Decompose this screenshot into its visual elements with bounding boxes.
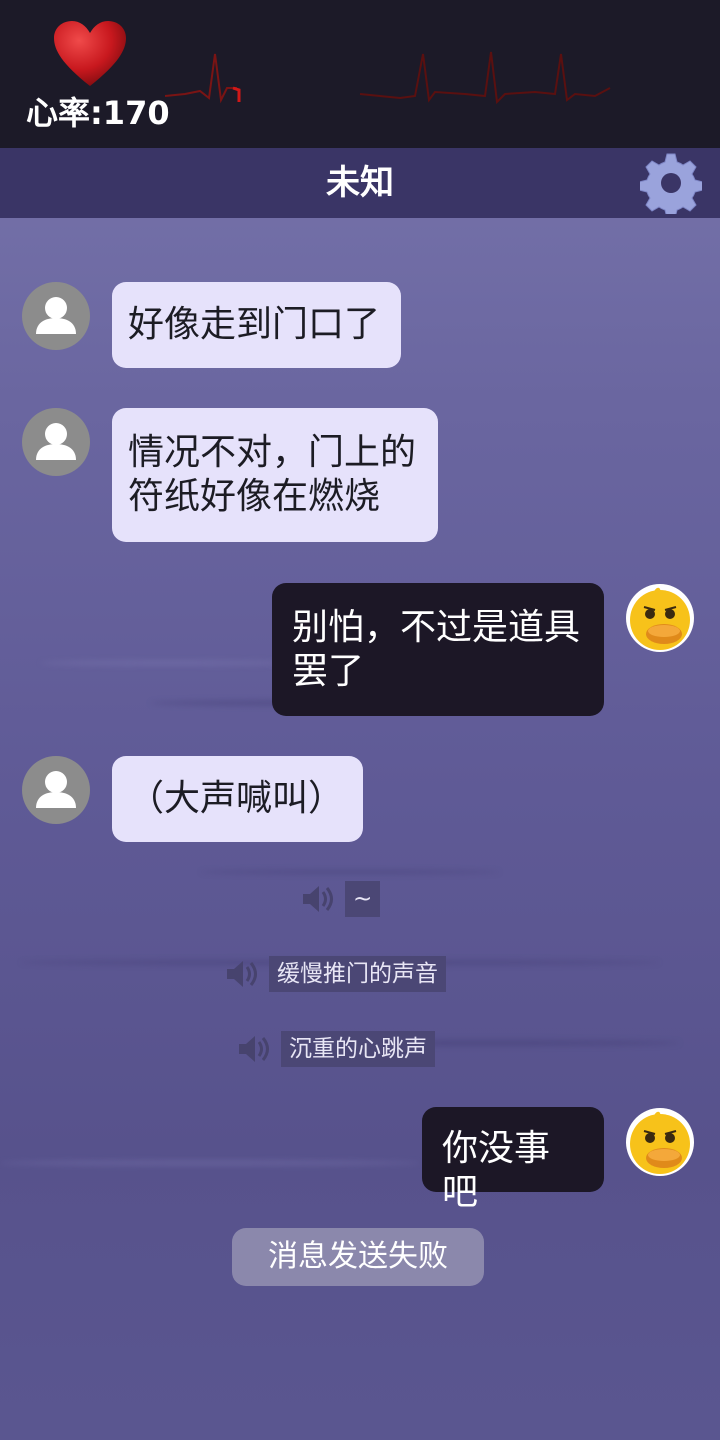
avatar[interactable] [22,756,90,824]
message-text: 好像走到门口了 [128,304,381,345]
message-text: 你没事吧 [442,1128,551,1213]
send-failed-notice: 消息发送失败 [232,1228,484,1286]
heart-rate-bar: 心率:170 [0,0,720,148]
speaker-icon [239,1036,269,1062]
background-streak [0,1160,420,1166]
sound-cue[interactable]: 沉重的心跳声 [236,1031,436,1067]
message-text: 符纸好像在燃烧 [128,476,381,517]
speaker-icon [227,961,257,987]
duck-avatar-icon[interactable] [624,582,696,654]
duck-avatar-icon[interactable] [624,1106,696,1178]
user-avatar-icon [36,297,76,334]
message-text: 别怕，不过是道具 [292,607,581,648]
background-streak [200,870,500,874]
sound-cue-label: 沉重的心跳声 [281,1031,435,1067]
message-text: 情况不对，门上的 [128,432,417,473]
avatar[interactable] [22,408,90,476]
heart-rate-readout: 心率:170 [26,94,170,132]
message-bubble-other: 情况不对，门上的 符纸好像在燃烧 [112,408,438,542]
message-bubble-other: （大声喊叫） [112,756,363,842]
avatar[interactable] [22,282,90,350]
gear-icon[interactable] [640,152,702,214]
page-title: 未知 [326,163,394,203]
message-text: 罢了 [292,651,365,692]
sound-cue-label: 缓慢推门的声音 [269,956,446,992]
message-bubble-other: 好像走到门口了 [112,282,401,368]
heart-icon [54,21,126,86]
sound-cue-label: ~ [345,881,381,917]
user-avatar-icon [36,771,76,808]
message-bubble-me: 别怕，不过是道具 罢了 [272,583,604,716]
sound-cue[interactable]: 缓慢推门的声音 [224,956,448,992]
ecg-line [165,51,611,105]
background-streak [40,660,300,666]
message-bubble-me: 你没事吧 [422,1107,604,1213]
speaker-icon [303,886,333,912]
sound-cue[interactable]: ~ [300,881,381,917]
title-bar: 未知 [0,148,720,218]
user-avatar-icon [36,423,76,460]
message-text: （大声喊叫） [128,778,345,819]
